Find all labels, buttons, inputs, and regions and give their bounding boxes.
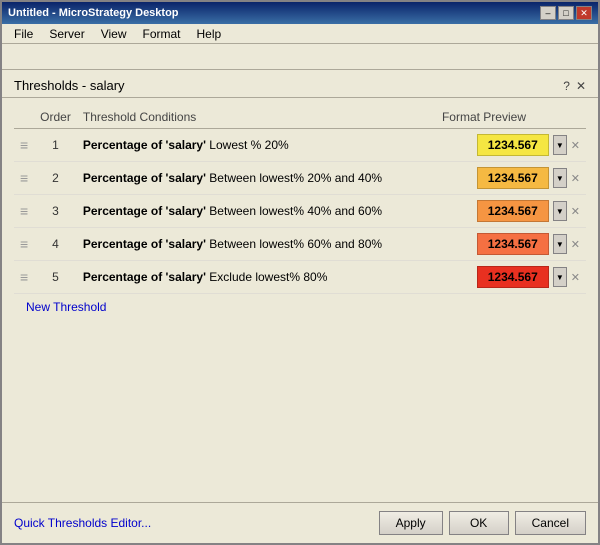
main-window: Untitled - MicroStrategy Desktop – □ ✕ F…: [0, 0, 600, 545]
menu-file[interactable]: File: [6, 25, 41, 43]
dialog-close-icon[interactable]: ✕: [576, 79, 586, 93]
row-delete-icon[interactable]: ✕: [571, 172, 580, 185]
table-container: Order Threshold Conditions Format Previe…: [2, 98, 598, 502]
drag-handle[interactable]: ≡: [14, 162, 34, 195]
row-order: 4: [34, 228, 77, 261]
row-format-cell: 1234.567▼ ✕: [420, 162, 586, 195]
row-condition: Percentage of 'salary' Lowest % 20%: [77, 129, 421, 162]
col-condition-header: Threshold Conditions: [77, 106, 421, 129]
menu-bar: File Server View Format Help: [2, 24, 598, 44]
dialog-title: Thresholds - salary: [14, 78, 125, 93]
format-preview-swatch[interactable]: 1234.567: [477, 233, 549, 255]
minimize-button[interactable]: –: [540, 6, 556, 20]
window-close-button[interactable]: ✕: [576, 6, 592, 20]
table-header-row: Order Threshold Conditions Format Previe…: [14, 106, 586, 129]
row-delete-icon[interactable]: ✕: [571, 238, 580, 251]
format-dropdown-btn[interactable]: ▼: [553, 135, 567, 155]
threshold-table: Order Threshold Conditions Format Previe…: [14, 106, 586, 294]
row-order: 2: [34, 162, 77, 195]
menu-view[interactable]: View: [93, 25, 135, 43]
row-format-cell: 1234.567▼ ✕: [420, 228, 586, 261]
dialog-header: Thresholds - salary ? ✕: [2, 70, 598, 98]
table-row: ≡3Percentage of 'salary' Between lowest%…: [14, 195, 586, 228]
table-row: ≡2Percentage of 'salary' Between lowest%…: [14, 162, 586, 195]
row-order: 5: [34, 261, 77, 294]
row-condition: Percentage of 'salary' Exclude lowest% 8…: [77, 261, 421, 294]
toolbar: [2, 44, 598, 70]
format-preview-swatch[interactable]: 1234.567: [477, 200, 549, 222]
format-dropdown-btn[interactable]: ▼: [553, 234, 567, 254]
dialog-buttons: Apply OK Cancel: [379, 511, 586, 535]
format-preview-swatch[interactable]: 1234.567: [477, 134, 549, 156]
col-format-header: Format Preview: [420, 106, 586, 129]
col-drag: [14, 106, 34, 129]
format-dropdown-btn[interactable]: ▼: [553, 267, 567, 287]
new-threshold-link[interactable]: New Threshold: [14, 294, 118, 320]
cancel-button[interactable]: Cancel: [515, 511, 586, 535]
row-condition: Percentage of 'salary' Between lowest% 4…: [77, 195, 421, 228]
table-row: ≡1Percentage of 'salary' Lowest % 20%123…: [14, 129, 586, 162]
menu-server[interactable]: Server: [41, 25, 92, 43]
apply-button[interactable]: Apply: [379, 511, 443, 535]
quick-thresholds-link[interactable]: Quick Thresholds Editor...: [14, 516, 151, 530]
drag-handle[interactable]: ≡: [14, 228, 34, 261]
dialog: Thresholds - salary ? ✕ Order Threshold …: [2, 70, 598, 543]
format-dropdown-btn[interactable]: ▼: [553, 168, 567, 188]
row-condition: Percentage of 'salary' Between lowest% 6…: [77, 228, 421, 261]
col-order-header: Order: [34, 106, 77, 129]
menu-help[interactable]: Help: [189, 25, 230, 43]
drag-handle[interactable]: ≡: [14, 129, 34, 162]
bottom-bar: Quick Thresholds Editor... Apply OK Canc…: [2, 502, 598, 543]
help-icon[interactable]: ?: [563, 79, 570, 93]
menu-format[interactable]: Format: [134, 25, 188, 43]
row-order: 3: [34, 195, 77, 228]
row-format-cell: 1234.567▼ ✕: [420, 195, 586, 228]
table-row: ≡5Percentage of 'salary' Exclude lowest%…: [14, 261, 586, 294]
row-format-cell: 1234.567▼ ✕: [420, 129, 586, 162]
row-delete-icon[interactable]: ✕: [571, 139, 580, 152]
row-delete-icon[interactable]: ✕: [571, 271, 580, 284]
format-dropdown-btn[interactable]: ▼: [553, 201, 567, 221]
title-bar: Untitled - MicroStrategy Desktop – □ ✕: [2, 2, 598, 24]
drag-handle[interactable]: ≡: [14, 195, 34, 228]
dialog-header-icons: ? ✕: [563, 79, 586, 93]
format-preview-swatch[interactable]: 1234.567: [477, 167, 549, 189]
row-order: 1: [34, 129, 77, 162]
row-format-cell: 1234.567▼ ✕: [420, 261, 586, 294]
title-bar-controls: – □ ✕: [540, 6, 592, 20]
format-preview-swatch[interactable]: 1234.567: [477, 266, 549, 288]
row-condition: Percentage of 'salary' Between lowest% 2…: [77, 162, 421, 195]
maximize-button[interactable]: □: [558, 6, 574, 20]
ok-button[interactable]: OK: [449, 511, 509, 535]
drag-handle[interactable]: ≡: [14, 261, 34, 294]
window-title: Untitled - MicroStrategy Desktop: [8, 7, 179, 19]
row-delete-icon[interactable]: ✕: [571, 205, 580, 218]
table-row: ≡4Percentage of 'salary' Between lowest%…: [14, 228, 586, 261]
